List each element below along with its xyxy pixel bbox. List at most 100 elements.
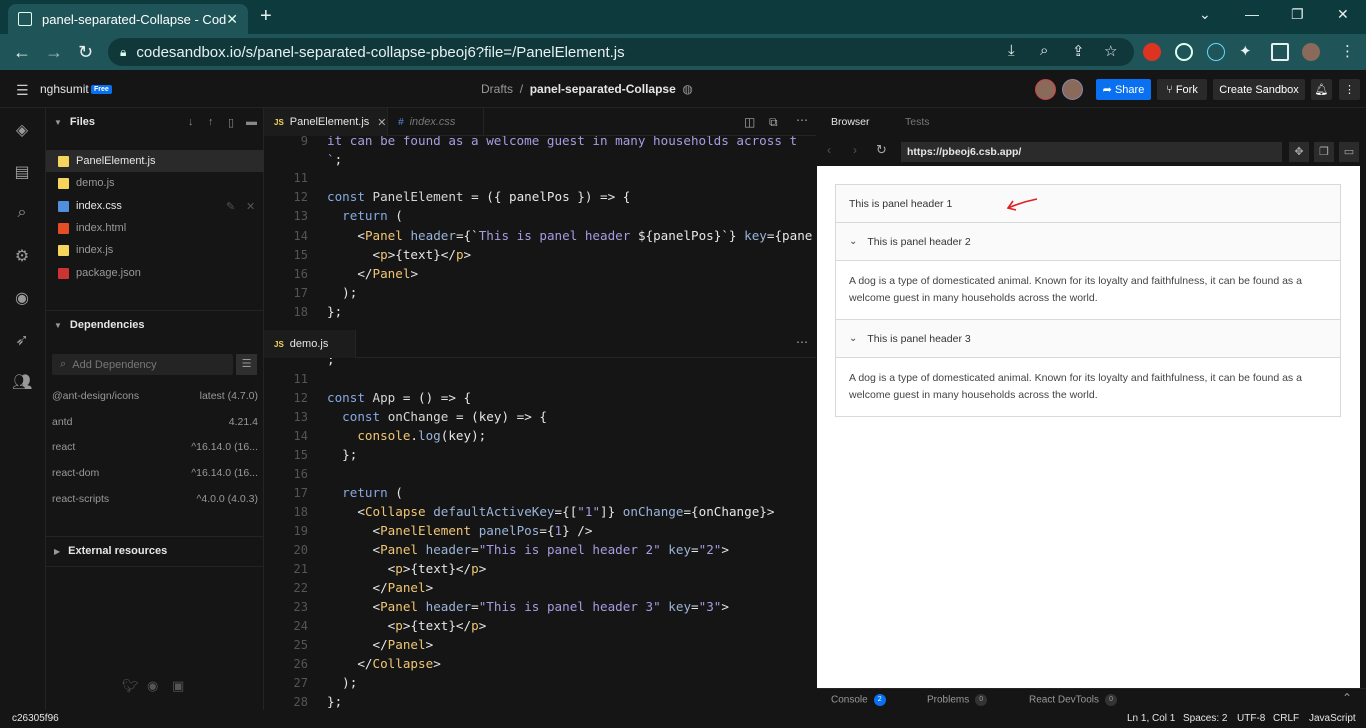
github-icon[interactable]: ◉ (12, 288, 32, 308)
preview-scrollbar[interactable] (1360, 166, 1366, 688)
sidebar: ▼ Files ↓ ↑ ▯ ▬ PanelElement.js demo.js i… (46, 108, 264, 710)
panel-header[interactable]: ⌄ This is panel header 2 (836, 223, 1340, 261)
dependencies-section-header[interactable]: ▼ Dependencies (46, 311, 264, 339)
tab-react-devtools[interactable]: React DevTools 0 (1029, 694, 1118, 706)
zoom-icon[interactable]: ⌕ (1040, 42, 1048, 59)
tab-browser[interactable]: Browser (831, 116, 870, 128)
upload-icon[interactable]: ↑ (208, 116, 214, 128)
new-tab-icon[interactable]: + (260, 5, 272, 28)
tab-demo[interactable]: JS demo.js (264, 330, 356, 358)
tab-problems[interactable]: Problems 0 (927, 694, 988, 706)
search-icon[interactable]: ⌕ (12, 204, 32, 224)
github-icon[interactable]: ◉ (147, 678, 158, 694)
maximize-preview-icon[interactable]: ▭ (1339, 142, 1359, 162)
line-number: 13 (293, 209, 308, 223)
discord-icon[interactable]: ▣ (172, 678, 184, 694)
dependency-row[interactable]: antd 4.21.4 (52, 416, 258, 428)
address-bar[interactable]: 🔒︎ codesandbox.io/s/panel-separated-coll… (108, 38, 1134, 66)
more-options-icon[interactable]: ⋮ (1339, 79, 1360, 100)
edit-icon[interactable]: ✎ (226, 200, 235, 213)
side-panel-icon[interactable] (1271, 43, 1289, 61)
tab-search-chevron-icon[interactable]: ⌄ (1199, 6, 1211, 23)
language-mode[interactable]: JavaScript (1309, 713, 1356, 724)
tab-panelelement[interactable]: JS PanelElement.js ✕ (264, 108, 388, 136)
share-button[interactable]: ➦ Share (1096, 79, 1151, 100)
tab-tests[interactable]: Tests (905, 116, 930, 128)
username[interactable]: nghsumit (40, 82, 89, 96)
file-item-index-js[interactable]: index.js (46, 239, 264, 261)
file-item-demo[interactable]: demo.js (46, 172, 264, 194)
reload-icon[interactable]: ↻ (78, 42, 93, 63)
open-new-window-icon[interactable]: ❐ (1314, 142, 1334, 162)
collapse-all-icon[interactable]: ↓ (188, 116, 194, 128)
minimize-icon[interactable]: — (1245, 6, 1259, 22)
restore-icon[interactable]: ❐ (1291, 6, 1304, 23)
more-icon[interactable]: ⋯ (796, 335, 808, 349)
forward-icon[interactable]: → (45, 42, 63, 63)
panel-header[interactable]: ⌄ This is panel header 3 (836, 320, 1340, 358)
files-section-header[interactable]: ▼ Files ↓ ↑ ▯ ▬ (46, 108, 264, 136)
new-folder-icon[interactable]: ▬ (246, 116, 257, 128)
back-icon[interactable]: ← (13, 42, 31, 63)
dependency-row[interactable]: react-scripts ^4.0.0 (4.0.3) (52, 493, 258, 505)
deploy-rocket-icon[interactable]: ➶ (12, 330, 32, 350)
profile-avatar[interactable] (1302, 43, 1320, 61)
cursor-position[interactable]: Ln 1, Col 1 (1127, 713, 1175, 724)
code-editor-bottom[interactable]: 11 12 13 14 15 16 17 18 19 20 21 22 23 2… (264, 358, 816, 710)
notifications-bell-icon[interactable]: 🔔︎ (1311, 79, 1332, 100)
file-item-index-html[interactable]: index.html (46, 217, 264, 239)
cube-icon[interactable]: ◈ (12, 120, 32, 140)
team-users-icon[interactable]: 👥︎ (12, 372, 32, 392)
bookmark-star-icon[interactable]: ☆ (1104, 42, 1117, 60)
dependency-row[interactable]: react-dom ^16.14.0 (16... (52, 467, 258, 479)
split-view-icon[interactable]: ◫ (744, 115, 755, 129)
collapse-panel-icon[interactable]: ⌃ (1342, 691, 1352, 705)
extensions-puzzle-icon[interactable]: ✦ (1239, 42, 1252, 60)
encoding[interactable]: UTF-8 (1237, 713, 1265, 724)
file-item-index-css[interactable]: index.css ✎ ✕ (46, 195, 264, 217)
breadcrumb-drafts[interactable]: Drafts (481, 82, 513, 96)
new-file-icon[interactable]: ▯ (228, 116, 234, 129)
settings-gear-icon[interactable]: ⚙ (12, 246, 32, 266)
file-item-package-json[interactable]: package.json (46, 262, 264, 284)
react-devtools-icon[interactable] (1207, 43, 1225, 61)
indent-spaces[interactable]: Spaces: 2 (1183, 713, 1227, 724)
address-url[interactable]: codesandbox.io/s/panel-separated-collaps… (136, 44, 624, 61)
external-resources-header[interactable]: ▶ External resources (46, 537, 264, 565)
preview-icon[interactable]: ⧉ (769, 115, 778, 130)
window-close-icon[interactable]: ✕ (1337, 6, 1349, 23)
tab-index-css[interactable]: # index.css (388, 108, 484, 136)
close-tab-icon[interactable]: ✕ (377, 116, 386, 129)
dependency-row[interactable]: react ^16.14.0 (16... (52, 441, 258, 453)
collaborator-avatar[interactable] (1035, 79, 1056, 100)
delete-icon[interactable]: ✕ (246, 200, 255, 213)
layout-icon[interactable]: ✥ (1289, 142, 1309, 162)
browser-tab[interactable]: panel-separated-Collapse - Code ✕ (8, 4, 248, 34)
code-editor-top[interactable]: 9 11 12 13 14 15 16 17 18 it can be foun… (264, 136, 816, 330)
install-icon[interactable]: ⤓ (1008, 42, 1015, 59)
tab-console[interactable]: Console 2 (831, 694, 886, 706)
twitter-icon[interactable]: 🐦︎ (122, 678, 139, 694)
panel-header[interactable]: This is panel header 1 (836, 185, 1340, 223)
file-item-panelelement[interactable]: PanelElement.js (46, 150, 264, 172)
more-icon[interactable]: ⋯ (796, 113, 808, 127)
preview-refresh-icon[interactable]: ↻ (876, 142, 887, 158)
dependency-list-icon[interactable]: ☰ (236, 354, 257, 375)
dependency-row[interactable]: @ant-design/icons latest (4.7.0) (52, 390, 258, 402)
extension-target-icon[interactable] (1175, 43, 1193, 61)
preview-forward-icon[interactable]: › (853, 143, 857, 157)
fork-button[interactable]: ⑂ Fork (1157, 79, 1207, 100)
preview-back-icon[interactable]: ‹ (827, 143, 831, 157)
line-endings[interactable]: CRLF (1273, 713, 1299, 724)
file-explorer-icon[interactable]: ▤ (12, 162, 32, 182)
browser-menu-icon[interactable]: ⋮ (1340, 42, 1355, 60)
collaborator-avatar[interactable] (1062, 79, 1083, 100)
add-dependency-input[interactable]: ⌕ Add Dependency (52, 354, 233, 375)
share-page-icon[interactable]: ⇪ (1072, 42, 1085, 60)
preview-url-input[interactable]: https://pbeoj6.csb.app/ (901, 142, 1282, 162)
sandbox-name[interactable]: panel-separated-Collapse (530, 82, 676, 96)
close-tab-icon[interactable]: ✕ (226, 11, 238, 28)
create-sandbox-button[interactable]: Create Sandbox (1213, 79, 1305, 100)
extension-stop-icon[interactable] (1143, 43, 1161, 61)
menu-icon[interactable]: ☰ (16, 82, 29, 99)
